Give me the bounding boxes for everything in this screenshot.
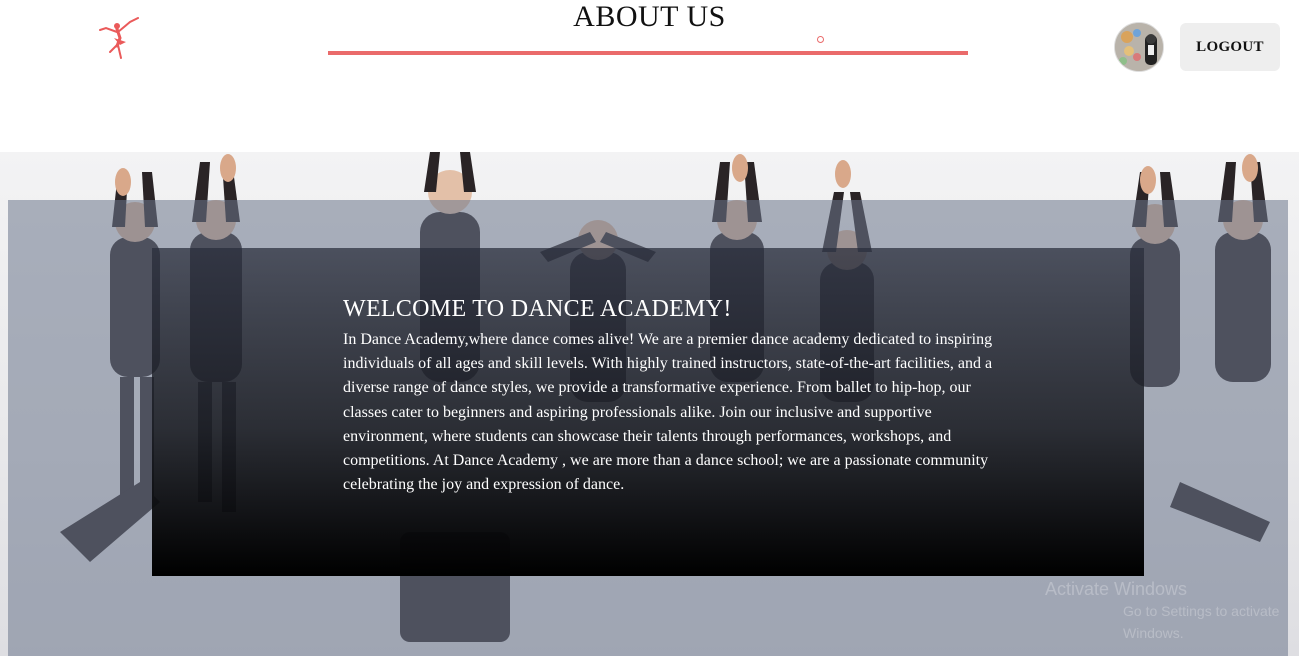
welcome-paragraph: In Dance Academy,where dance comes alive…: [343, 331, 993, 494]
cursor-dot-icon: [817, 36, 824, 43]
logout-button[interactable]: LOGOUT: [1180, 23, 1280, 71]
title-underline: [328, 51, 968, 55]
welcome-heading: WELCOME TO DANCE ACADEMY!: [343, 296, 732, 322]
watermark-line-2: Go to Settings to activate Windows.: [1123, 603, 1280, 641]
avatar[interactable]: [1114, 22, 1164, 72]
windows-activation-watermark: Activate Windows Go to Settings to activ…: [1045, 578, 1295, 644]
page-title: ABOUT US: [573, 0, 726, 33]
watermark-line-1: Activate Windows: [1045, 579, 1188, 599]
